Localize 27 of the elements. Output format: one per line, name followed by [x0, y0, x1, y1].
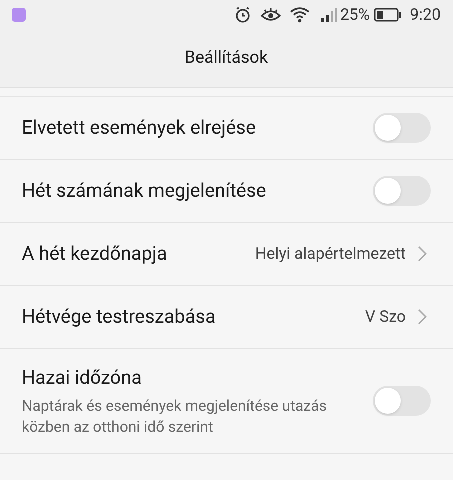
settings-row[interactable]: A hét kezdőnapja Helyi alapértelmezett: [0, 223, 453, 286]
setting-value: Helyi alapértelmezett: [255, 243, 406, 265]
setting-label: Elvetett események elrejése: [22, 114, 258, 141]
clock: 9:20: [410, 4, 441, 26]
setting-label: Hazai időzóna: [22, 364, 143, 391]
chevron-right-icon: [418, 309, 427, 325]
settings-row[interactable]: Hazai időzóna Naptárak és események megjelenítése utazás közben az otthoni idő szerint: [0, 349, 453, 454]
app-icon: [12, 8, 26, 22]
settings-row[interactable]: Hétvége testreszabása V Szo: [0, 286, 453, 349]
toggle-switch[interactable]: [373, 176, 431, 206]
toggle-switch[interactable]: [373, 386, 431, 416]
wifi-icon: [290, 7, 310, 23]
signal-icon: [320, 7, 338, 23]
chevron-right-icon: [418, 246, 427, 262]
battery-percent: 25%: [340, 4, 370, 26]
battery-icon: [374, 8, 402, 22]
setting-label: Hétvége testreszabása: [22, 304, 217, 330]
settings-row[interactable]: Elvetett események elrejése: [0, 97, 453, 160]
setting-description: Naptárak és események megjelenítése utazás közben az otthoni idő szerint: [22, 396, 328, 438]
setting-value: V Szo: [365, 306, 406, 328]
eye-icon: [260, 6, 282, 24]
setting-label: A hét kezdőnapja: [22, 240, 168, 267]
toggle-switch[interactable]: [373, 113, 431, 143]
alarm-icon: [234, 6, 252, 24]
settings-row[interactable]: Hét számának megjelenítése: [0, 160, 453, 223]
screen-title: Beállítások: [184, 46, 268, 70]
setting-label: Hét számának megjelenítése: [22, 178, 268, 204]
